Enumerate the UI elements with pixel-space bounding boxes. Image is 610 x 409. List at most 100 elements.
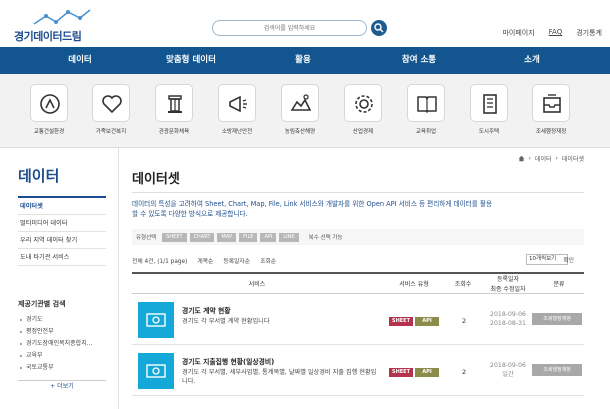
result-count: 전체 4건, (1/1 page)	[132, 258, 188, 265]
header: 경기데이터드림 마이페이지 FAQ 경기통계	[0, 0, 610, 46]
view-count: 2	[462, 317, 467, 325]
dataset-thumbnail[interactable]	[138, 353, 174, 389]
badge-sheet[interactable]: SHEET	[389, 368, 413, 377]
category-label: 교통건설환경	[33, 129, 65, 135]
sidebar-item-dataset[interactable]: 데이터셋	[18, 198, 106, 215]
main-nav: 데이터 맞춤형 데이터 활용 참여 소통 소개	[0, 47, 610, 74]
col-service: 서비스	[248, 281, 266, 288]
money-icon	[146, 364, 166, 378]
dataset-title[interactable]: 경기도 계약 현황	[182, 305, 231, 315]
book-icon	[417, 96, 437, 114]
logo-graph-icon	[33, 9, 91, 25]
confirm-button[interactable]: 확인	[563, 255, 574, 264]
sidebar-item-local-data[interactable]: 우리 지역 데이터 찾기	[18, 232, 106, 249]
gear-icon	[355, 95, 373, 113]
category-label: 도시주택	[478, 129, 500, 135]
category-safety[interactable]: 소방재난안전	[207, 84, 267, 135]
filter-label: 유형선택	[136, 235, 157, 241]
category-box	[281, 84, 319, 122]
inbox-icon	[543, 94, 561, 113]
megaphone-icon	[229, 95, 247, 113]
category-tourism[interactable]: 관광문화체육	[144, 84, 204, 135]
nav-item-data[interactable]: 데이터	[0, 47, 160, 74]
table-row[interactable]: 경기도 지출집행 현황(일상경비) 경기도 각 부서별, 세부사업별, 통계목별…	[132, 346, 584, 396]
breadcrumb-item[interactable]: 데이터	[535, 154, 552, 163]
filter-tag-link[interactable]: LINK	[279, 232, 299, 242]
nav-item-community[interactable]: 참여 소통	[384, 47, 454, 74]
reg-date: 2018-09-06	[490, 362, 526, 369]
sidebar-item-other-org[interactable]: 도내 타기관 서비스	[18, 249, 106, 266]
filter-tag-file[interactable]: FILE	[239, 232, 258, 242]
dataset-title[interactable]: 경기도 지출집행 현황(일상경비)	[182, 356, 274, 366]
category-education[interactable]: 교육취업	[396, 84, 456, 135]
sort-by-date[interactable]: 등록일자순	[223, 256, 250, 265]
category-agriculture[interactable]: 농림축산해양	[270, 84, 330, 135]
org-item[interactable]: 국토교통부	[18, 362, 106, 374]
dates: 2018-09-06 2018-08-31	[486, 310, 530, 328]
search-button[interactable]	[371, 20, 387, 36]
logo-text: 경기데이터드림	[14, 30, 82, 43]
road-sign-icon	[40, 94, 60, 114]
badge-sheet[interactable]: SHEET	[389, 317, 413, 326]
category-box	[532, 84, 570, 122]
search-input[interactable]	[212, 20, 367, 36]
filter-tag-map[interactable]: MAP	[217, 232, 237, 242]
col-views: 조회수	[454, 281, 472, 288]
top-links: 마이페이지 FAQ 경기통계	[488, 28, 602, 38]
sidebar-item-multimedia[interactable]: 멀티미디어 데이터	[18, 215, 106, 232]
nav-item-custom-data[interactable]: 맞춤형 데이터	[160, 47, 222, 74]
dataset-desc: 경기도 각 부서별 계약 현황입니다	[182, 318, 270, 325]
sidebar-title: 데이터	[18, 167, 60, 185]
more-button[interactable]: + 더보기	[18, 380, 106, 391]
category-family[interactable]: 가족보건복지	[81, 84, 141, 135]
page-size-select[interactable]: 10개씩보기	[526, 254, 568, 265]
mod-date: 2018-08-31	[490, 320, 526, 327]
category-traffic[interactable]: 교통건설환경	[19, 84, 79, 135]
filter-tag-sheet[interactable]: SHEET	[162, 232, 187, 242]
org-item[interactable]: 평정안전부	[18, 326, 106, 338]
title-divider	[132, 192, 584, 193]
category-bar: 교통건설환경 가족보건복지 관광문화체육 소방재난안전 농림축산해양 산업경제 …	[0, 74, 610, 148]
category-badge[interactable]: 조세행정재정	[532, 313, 582, 325]
category-box	[218, 84, 256, 122]
badge-api[interactable]: API	[415, 368, 439, 377]
badge-api[interactable]: API	[415, 317, 439, 326]
sort-by-name[interactable]: 게목순	[197, 256, 213, 265]
filter-tag-api[interactable]: API	[260, 232, 277, 242]
category-badge[interactable]: 조세행정재정	[532, 364, 582, 376]
filter-tag-chart[interactable]: CHART	[189, 232, 215, 242]
logo[interactable]: 경기데이터드림	[14, 8, 94, 44]
nav-item-usage[interactable]: 활용	[222, 47, 384, 74]
category-urban[interactable]: 도시주택	[459, 84, 519, 135]
table-row[interactable]: 경기도 계약 현황 경기도 각 부서별 계약 현황입니다 SHEET API 2…	[132, 295, 584, 345]
category-label: 가족보건복지	[95, 129, 127, 135]
breadcrumb-separator: ›	[528, 155, 531, 162]
category-box	[344, 84, 382, 122]
result-toolbar: 전체 4건, (1/1 page) 게목순 등록일자순 조회순 10개씩보기 확…	[132, 254, 584, 266]
breadcrumb-separator: ›	[555, 155, 558, 162]
breadcrumb: › 데이터 › 데이터셋	[518, 154, 584, 163]
category-label: 교육취업	[415, 129, 437, 135]
category-tax[interactable]: 조세행정재정	[521, 84, 581, 135]
category-label: 조세행정재정	[535, 129, 567, 135]
statistics-link[interactable]: 경기통계	[576, 28, 602, 38]
view-count: 2	[462, 368, 467, 376]
category-label: 관광문화체육	[158, 129, 190, 135]
money-icon	[146, 313, 166, 327]
org-item[interactable]: 경기도	[18, 314, 106, 326]
nav-item-about[interactable]: 소개	[454, 47, 610, 74]
mypage-link[interactable]: 마이페이지	[502, 28, 534, 38]
org-item[interactable]: 교육부	[18, 350, 106, 362]
dataset-thumbnail[interactable]	[138, 302, 174, 338]
category-box	[30, 84, 68, 122]
building-icon	[483, 94, 497, 114]
filter-note: 복수 선택 가능	[308, 235, 343, 241]
category-box	[470, 84, 508, 122]
faq-link[interactable]: FAQ	[549, 28, 563, 38]
breadcrumb-item[interactable]: 데이터셋	[562, 154, 584, 163]
home-icon[interactable]	[518, 155, 525, 162]
org-item[interactable]: 경기도장애인복지종합지...	[18, 338, 106, 350]
org-search-title: 제공기관별 검색	[18, 300, 66, 308]
sort-by-views[interactable]: 조회순	[260, 256, 276, 265]
category-industry[interactable]: 산업경제	[333, 84, 393, 135]
